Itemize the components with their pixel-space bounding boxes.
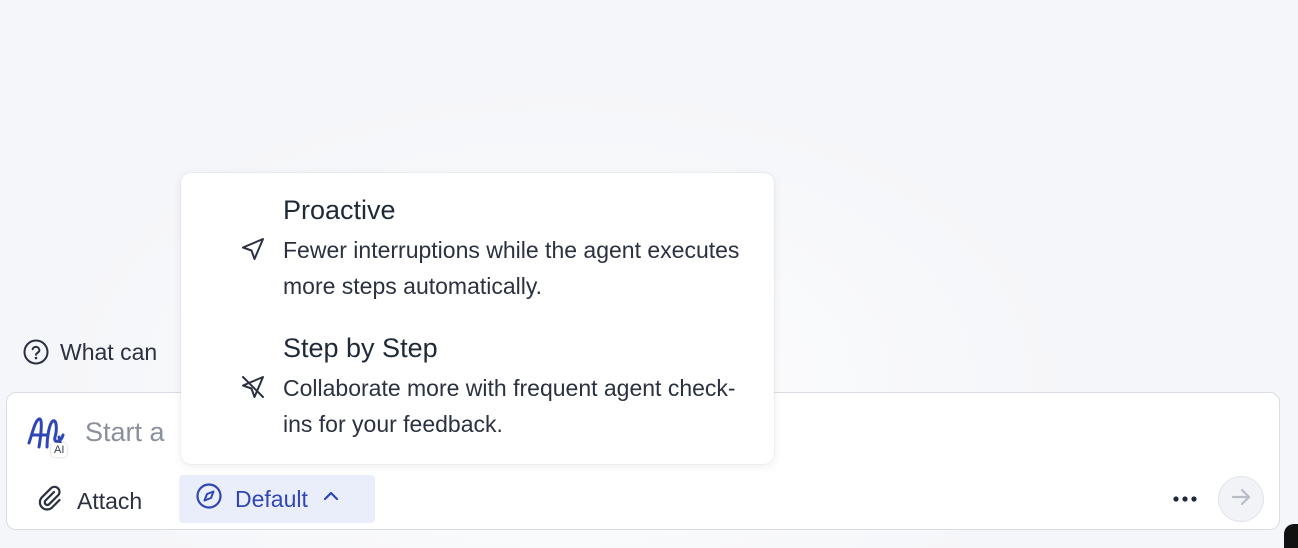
window-corner <box>1284 524 1298 548</box>
paperclip-icon <box>35 483 65 519</box>
mode-option-description: Fewer interruptions while the agent exec… <box>283 237 740 299</box>
mode-option-step-by-step[interactable]: Step by Step Collaborate more with frequ… <box>181 329 774 459</box>
send-button[interactable] <box>1218 476 1264 522</box>
mode-option-title: Step by Step <box>283 333 438 363</box>
suggestion-hint[interactable]: What can <box>22 338 157 366</box>
navigation-arrow-off-icon <box>239 373 267 401</box>
question-circle-icon <box>22 338 50 366</box>
suggestion-hint-text: What can <box>60 338 158 365</box>
mode-option-proactive[interactable]: Proactive Fewer interruptions while the … <box>181 191 774 321</box>
mode-dropdown-menu: Proactive Fewer interruptions while the … <box>181 173 774 464</box>
arrow-right-icon <box>1229 485 1253 514</box>
more-options-button[interactable] <box>1171 485 1199 513</box>
attach-label: Attach <box>77 487 143 514</box>
ai-badge: AI <box>51 443 68 457</box>
agent-logo-icon: AI <box>25 413 71 459</box>
mode-option-title: Proactive <box>283 195 396 225</box>
compass-icon <box>195 482 223 516</box>
mode-select-button[interactable]: Default <box>179 475 375 523</box>
navigation-arrow-icon <box>239 235 267 263</box>
mode-option-description: Collaborate more with frequent agent che… <box>283 375 736 437</box>
chevron-up-icon <box>320 485 342 513</box>
more-horizontal-icon <box>1172 490 1198 508</box>
message-input[interactable]: Start a <box>85 417 165 448</box>
attach-button[interactable]: Attach <box>35 483 142 519</box>
mode-label: Default <box>235 485 308 512</box>
